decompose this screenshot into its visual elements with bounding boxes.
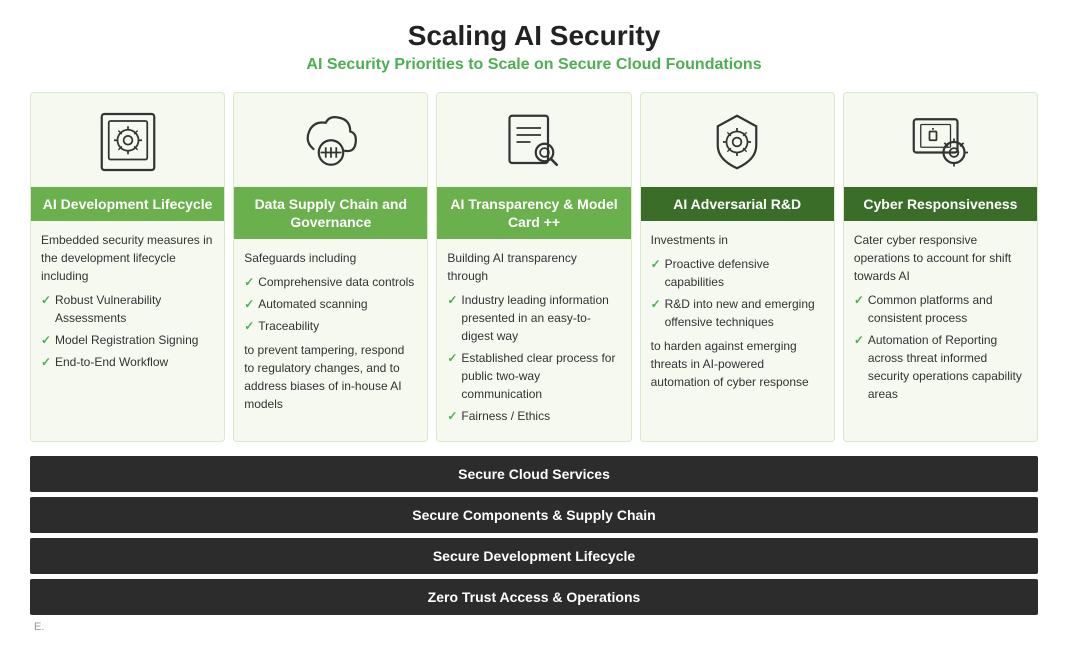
footer-note: E. xyxy=(30,621,1038,633)
col3-body: Building AI transparency through Industr… xyxy=(437,239,630,441)
ai-transparency-icon xyxy=(499,107,569,177)
list-item: R&D into new and emerging offensive tech… xyxy=(651,295,824,331)
col2-icon-area xyxy=(234,93,427,187)
list-item: Automation of Reporting across threat in… xyxy=(854,331,1027,403)
bar-zero-trust: Zero Trust Access & Operations xyxy=(30,579,1038,615)
col4-header: AI Adversarial R&D xyxy=(641,187,834,221)
bar-secure-dev: Secure Development Lifecycle xyxy=(30,538,1038,574)
ai-dev-icon xyxy=(93,107,163,177)
bar-secure-cloud: Secure Cloud Services xyxy=(30,456,1038,492)
col-ai-dev: AI Development Lifecycle Embedded securi… xyxy=(30,92,225,442)
col-cyber: Cyber Responsiveness Cater cyber respons… xyxy=(843,92,1038,442)
col3-bullets: Industry leading information presented i… xyxy=(447,291,620,425)
col5-body: Cater cyber responsive operations to acc… xyxy=(844,221,1037,441)
col-data-supply: Data Supply Chain and Governance Safegua… xyxy=(233,92,428,442)
list-item: Industry leading information presented i… xyxy=(447,291,620,345)
columns-container: AI Development Lifecycle Embedded securi… xyxy=(30,92,1038,442)
col2-extra: to prevent tampering, respond to regulat… xyxy=(244,341,417,413)
list-item: Proactive defensive capabilities xyxy=(651,255,824,291)
col5-header: Cyber Responsiveness xyxy=(844,187,1037,221)
col1-icon-area xyxy=(31,93,224,187)
col5-bullets: Common platforms and consistent process … xyxy=(854,291,1027,403)
col1-bullets: Robust Vulnerability Assessments Model R… xyxy=(41,291,214,371)
col4-extra: to harden against emerging threats in AI… xyxy=(651,337,824,391)
col2-header: Data Supply Chain and Governance xyxy=(234,187,427,239)
col3-intro: Building AI transparency through xyxy=(447,249,620,285)
col1-body: Embedded security measures in the develo… xyxy=(31,221,224,441)
col-ai-adversarial: AI Adversarial R&D Investments in Proact… xyxy=(640,92,835,442)
ai-adversarial-icon xyxy=(702,107,772,177)
bar-secure-components: Secure Components & Supply Chain xyxy=(30,497,1038,533)
col5-icon-area xyxy=(844,93,1037,187)
col3-header: AI Transparency & Model Card ++ xyxy=(437,187,630,239)
col1-header: AI Development Lifecycle xyxy=(31,187,224,221)
col1-intro: Embedded security measures in the develo… xyxy=(41,231,214,285)
page-title: Scaling AI Security xyxy=(30,20,1038,52)
list-item: Robust Vulnerability Assessments xyxy=(41,291,214,327)
list-item: End-to-End Workflow xyxy=(41,353,214,371)
list-item: Fairness / Ethics xyxy=(447,407,620,425)
list-item: Established clear process for public two… xyxy=(447,349,620,403)
col2-body: Safeguards including Comprehensive data … xyxy=(234,239,427,441)
col5-intro: Cater cyber responsive operations to acc… xyxy=(854,231,1027,285)
col4-icon-area xyxy=(641,93,834,187)
data-supply-icon xyxy=(296,107,366,177)
col4-intro: Investments in xyxy=(651,231,824,249)
list-item: Traceability xyxy=(244,317,417,335)
list-item: Comprehensive data controls xyxy=(244,273,417,291)
list-item: Automated scanning xyxy=(244,295,417,313)
list-item: Model Registration Signing xyxy=(41,331,214,349)
col3-icon-area xyxy=(437,93,630,187)
col2-intro: Safeguards including xyxy=(244,249,417,267)
list-item: Common platforms and consistent process xyxy=(854,291,1027,327)
col4-bullets: Proactive defensive capabilities R&D int… xyxy=(651,255,824,331)
bottom-bars: Secure Cloud Services Secure Components … xyxy=(30,456,1038,615)
col2-bullets: Comprehensive data controls Automated sc… xyxy=(244,273,417,335)
cyber-responsiveness-icon xyxy=(905,107,975,177)
page-subtitle: AI Security Priorities to Scale on Secur… xyxy=(30,56,1038,74)
col4-body: Investments in Proactive defensive capab… xyxy=(641,221,834,441)
col-ai-transparency: AI Transparency & Model Card ++ Building… xyxy=(436,92,631,442)
